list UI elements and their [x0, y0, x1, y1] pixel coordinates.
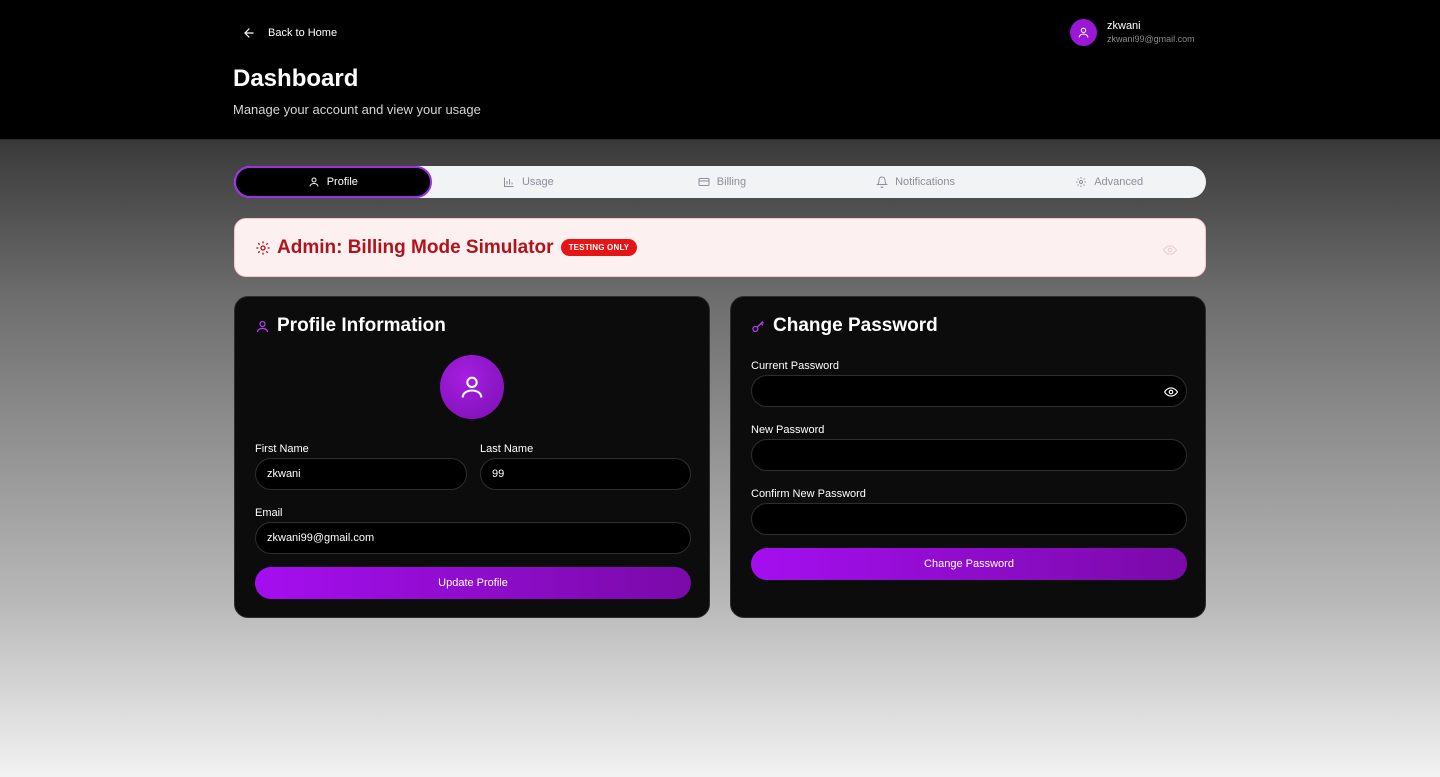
last-name-label: Last Name — [480, 443, 534, 455]
tab-usage-label: Usage — [521, 176, 554, 188]
change-password-card: Change Password Current Password New Pas… — [730, 296, 1206, 618]
gear-icon — [256, 240, 270, 255]
avatar — [1070, 19, 1097, 46]
page-title: Dashboard — [233, 65, 359, 92]
user-name: zkwani — [1107, 20, 1141, 32]
current-password-label: Current Password — [751, 360, 840, 372]
user-icon — [461, 376, 483, 398]
back-to-home-label: Back to Home — [268, 27, 338, 39]
tab-notifications[interactable]: Notifications — [819, 166, 1013, 198]
tab-billing[interactable]: Billing — [625, 166, 819, 198]
profile-information-card: Profile Information First Name zkwani La… — [234, 296, 710, 618]
tab-profile[interactable]: Profile — [234, 166, 432, 198]
new-password-label: New Password — [751, 424, 825, 436]
eye-icon[interactable] — [1164, 386, 1178, 398]
eye-icon[interactable] — [1163, 245, 1177, 255]
password-card-title-text: Change Password — [773, 315, 938, 336]
last-name-field[interactable]: 99 — [480, 458, 691, 490]
first-name-field[interactable]: zkwani — [255, 458, 467, 490]
profile-card-title-text: Profile Information — [277, 315, 446, 336]
user-icon — [256, 320, 269, 332]
user-icon — [1078, 27, 1089, 38]
change-password-button[interactable]: Change Password — [751, 548, 1187, 580]
tab-billing-label: Billing — [716, 176, 747, 188]
page-subtitle: Manage your account and view your usage — [233, 102, 481, 117]
user-icon — [309, 177, 319, 187]
tab-usage[interactable]: Usage — [432, 166, 626, 198]
profile-avatar — [440, 355, 504, 419]
admin-billing-simulator-banner[interactable]: Admin: Billing Mode Simulator TESTING ON… — [234, 218, 1206, 277]
user-menu[interactable]: zkwani zkwani99@gmail.com — [1070, 19, 1195, 46]
page-header: Back to Home Dashboard Manage your accou… — [0, 0, 1440, 140]
bell-icon — [876, 176, 889, 188]
password-card-title: Change Password — [751, 315, 938, 337]
tab-advanced-label: Advanced — [1094, 176, 1144, 188]
email-field[interactable]: zkwani99@gmail.com — [255, 522, 691, 554]
profile-card-title: Profile Information — [255, 315, 446, 337]
dashboard-tabs: Profile Usage Billing Notifications Adva… — [234, 166, 1206, 198]
confirm-password-label: Confirm New Password — [751, 488, 866, 500]
key-icon — [752, 320, 764, 332]
tab-profile-label: Profile — [326, 176, 358, 188]
bar-chart-icon — [503, 177, 514, 187]
testing-only-badge: TESTING ONLY — [560, 239, 638, 256]
back-to-home-link[interactable]: Back to Home — [242, 24, 337, 42]
new-password-field[interactable] — [751, 439, 1187, 471]
arrow-left-icon — [244, 28, 254, 38]
gear-icon — [1076, 177, 1087, 187]
credit-card-icon — [698, 178, 710, 186]
update-profile-button[interactable]: Update Profile — [255, 567, 691, 599]
current-password-field[interactable] — [751, 375, 1187, 407]
admin-banner-title: Admin: Billing Mode Simulator — [277, 236, 554, 258]
email-label: Email — [255, 507, 283, 519]
tab-advanced[interactable]: Advanced — [1012, 166, 1206, 198]
tab-notifications-label: Notifications — [895, 176, 956, 188]
user-email: zkwani99@gmail.com — [1107, 34, 1195, 44]
first-name-label: First Name — [255, 443, 309, 455]
confirm-password-field[interactable] — [751, 503, 1187, 535]
